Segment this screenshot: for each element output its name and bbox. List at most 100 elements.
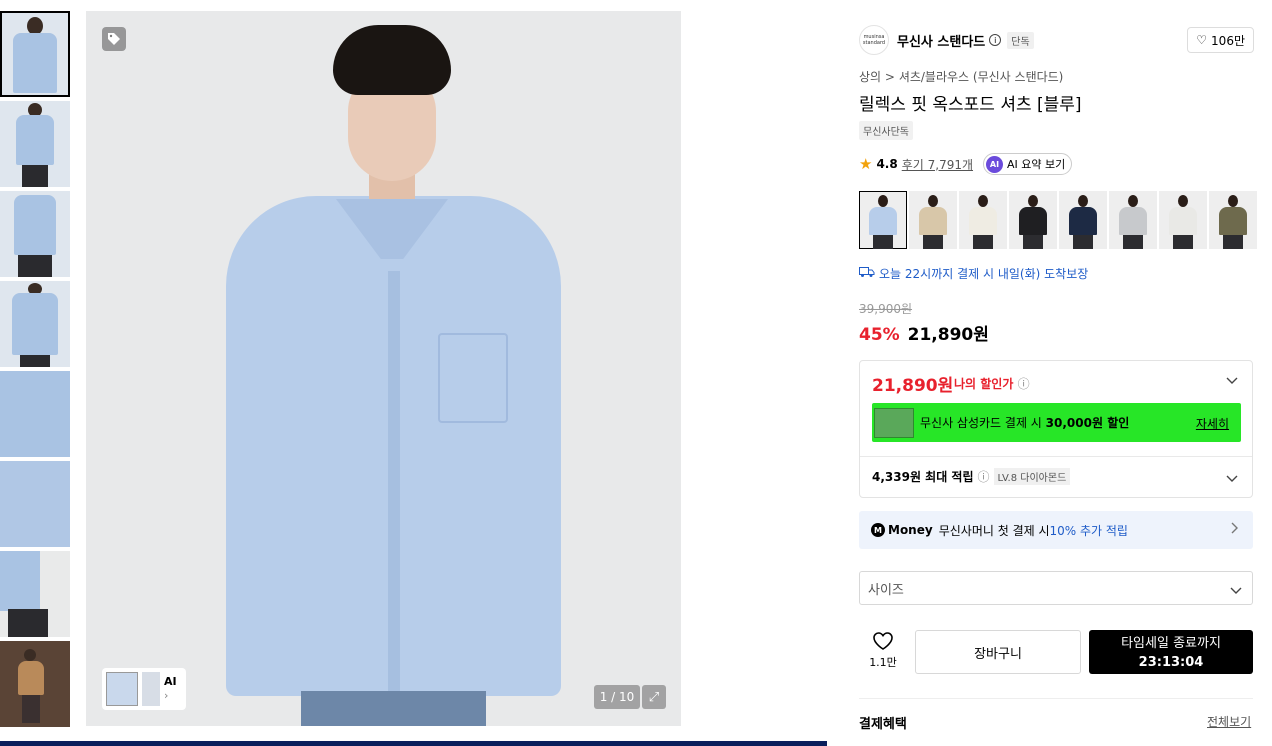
ai-icon: AI — [986, 155, 1004, 173]
brand-row: musinsa standard 무신사 스탠다드 i 단독 ♡ 106만 — [859, 25, 1254, 55]
ai-chip-thumb — [106, 672, 138, 706]
swatch-shirt — [1219, 207, 1247, 235]
rating-value: 4.8 — [876, 157, 898, 171]
expand-icon[interactable]: ⤢ — [642, 685, 666, 709]
color-swatch[interactable] — [959, 191, 1007, 249]
brand-name[interactable]: 무신사 스탠다드 — [897, 31, 985, 50]
product-page: AI › 1 / 10 ⤢ musinsa standard 무신사 스탠다드 … — [0, 0, 1272, 746]
money-brand: Money — [888, 523, 933, 537]
swatch-model-pants — [1073, 235, 1093, 249]
swatch-model-pants — [1123, 235, 1143, 249]
swatch-shirt — [1019, 207, 1047, 235]
heart-icon: ♡ — [1196, 33, 1208, 47]
points-row: 4,339원 최대 적립 ⓘ LV.8 다이아몬드 — [872, 468, 1071, 485]
breadcrumb-item-top[interactable]: 상의 — [859, 70, 881, 84]
color-swatch[interactable] — [909, 191, 957, 249]
my-price: 21,890원 — [872, 376, 954, 396]
thumbnail-1[interactable] — [0, 11, 70, 97]
exclusive-tag: 무신사단독 — [859, 121, 913, 140]
chevron-down-icon[interactable] — [1226, 473, 1238, 486]
card-promo-banner[interactable]: 무신사 삼성카드 결제 시 30,000원 할인 자세히 — [872, 403, 1241, 442]
cart-button[interactable]: 장바구니 — [915, 630, 1081, 674]
chevron-right-icon — [1231, 522, 1239, 537]
truck-icon — [859, 266, 875, 281]
swatch-model-head — [878, 195, 888, 207]
size-select-placeholder: 사이즈 — [868, 582, 904, 598]
wishlist-button[interactable]: 1.1만 — [859, 631, 907, 675]
color-swatch[interactable] — [1159, 191, 1207, 249]
my-price-label: 나의 할인가 ⓘ — [954, 375, 1030, 392]
money-text: 무신사머니 첫 결제 시 — [938, 523, 1050, 538]
ai-summary-label: AI 요약 보기 — [1007, 158, 1066, 171]
star-icon: ★ — [859, 155, 873, 173]
size-select[interactable]: 사이즈 — [859, 571, 1253, 605]
swatch-model-pants — [973, 235, 993, 249]
delivery-text: 오늘 22시까지 결제 시 내일(화) 도착보장 — [879, 267, 1089, 281]
rating-row: ★ 4.8 후기 7,791개 AI AI 요약 보기 — [859, 153, 1073, 175]
thumbnail-list — [0, 11, 70, 731]
points-text: 4,339원 최대 적립 — [872, 470, 974, 484]
product-title: 릴렉스 핏 옥스포드 셔츠 [블루] — [859, 95, 1082, 115]
price-row: 45% 21,890원 — [859, 320, 989, 345]
image-counter: 1 / 10 — [594, 685, 640, 709]
tag-icon[interactable] — [102, 27, 126, 51]
money-highlight: 10% 추가 적립 — [1049, 523, 1128, 538]
thumbnail-4[interactable] — [0, 281, 70, 367]
like-button[interactable]: ♡ 106만 — [1187, 27, 1254, 53]
price-benefit-box: 21,890원 나의 할인가 ⓘ 무신사 삼성카드 결제 시 30,000원 할… — [859, 360, 1253, 498]
model-pocket — [438, 333, 508, 423]
color-swatch[interactable] — [859, 191, 907, 249]
breadcrumb-separator: > — [884, 70, 895, 84]
main-product-image[interactable]: AI › 1 / 10 ⤢ — [86, 11, 681, 726]
color-swatch[interactable] — [1109, 191, 1157, 249]
card-promo-more-link[interactable]: 자세히 — [1196, 415, 1229, 432]
sale-price: 21,890원 — [907, 325, 989, 345]
color-swatch[interactable] — [1209, 191, 1257, 249]
thumbnail-7[interactable] — [0, 551, 70, 637]
ai-fitting-chip[interactable]: AI › — [102, 668, 186, 710]
delivery-guarantee: 오늘 22시까지 결제 시 내일(화) 도착보장 — [859, 265, 1088, 282]
product-info-panel: musinsa standard 무신사 스탠다드 i 단독 ♡ 106만 상의… — [845, 11, 1272, 746]
payment-benefit-title: 결제혜택 — [859, 717, 907, 732]
ai-chip-thumb-2 — [142, 672, 160, 706]
bottom-bar — [0, 741, 827, 746]
swatch-shirt — [869, 207, 897, 235]
color-swatch[interactable] — [1009, 191, 1057, 249]
breadcrumb-item-shirts[interactable]: 셔츠/블라우스 (무신사 스탠다드) — [899, 70, 1064, 84]
swatch-shirt — [969, 207, 997, 235]
model-hair — [333, 25, 451, 95]
my-price-label-text: 나의 할인가 — [954, 377, 1014, 391]
like-count: 106만 — [1211, 33, 1245, 48]
swatch-model-head — [1078, 195, 1088, 207]
model-pants — [301, 691, 486, 726]
ai-chip-label: AI › — [164, 675, 177, 703]
thumbnail-6[interactable] — [0, 461, 70, 547]
card-promo-amount: 30,000원 할인 — [1045, 416, 1130, 430]
breadcrumb: 상의 > 셔츠/블라우스 (무신사 스탠다드) — [859, 68, 1063, 85]
chevron-down-icon[interactable] — [1226, 375, 1238, 388]
chevron-down-icon — [1230, 584, 1242, 599]
swatch-model-head — [1178, 195, 1188, 207]
brand-logo[interactable]: musinsa standard — [859, 25, 889, 55]
info-icon[interactable]: i — [989, 34, 1002, 46]
ai-summary-button[interactable]: AI AI 요약 보기 — [983, 153, 1073, 175]
swatch-model-pants — [1023, 235, 1043, 249]
review-link[interactable]: 후기 7,791개 — [902, 156, 973, 173]
timesale-buy-button[interactable]: 타임세일 종료까지 23:13:04 — [1089, 630, 1253, 674]
info-icon[interactable]: ⓘ — [1018, 377, 1030, 391]
swatch-model-head — [928, 195, 938, 207]
payment-benefit-more-link[interactable]: 전체보기 — [1207, 713, 1251, 730]
info-icon[interactable]: ⓘ — [978, 468, 990, 485]
thumbnail-5[interactable] — [0, 371, 70, 457]
money-logo-icon: M — [871, 523, 885, 537]
swatch-shirt — [919, 207, 947, 235]
color-swatch[interactable] — [1059, 191, 1107, 249]
money-banner[interactable]: M Money 무신사머니 첫 결제 시 10% 추가 적립 — [859, 511, 1253, 549]
card-promo-text: 무신사 삼성카드 결제 시 30,000원 할인 — [920, 414, 1129, 431]
thumbnail-3[interactable] — [0, 191, 70, 277]
thumbnail-8[interactable] — [0, 641, 70, 727]
thumbnail-2[interactable] — [0, 101, 70, 187]
swatch-shirt — [1119, 207, 1147, 235]
swatch-model-head — [1228, 195, 1238, 207]
wishlist-count: 1.1만 — [869, 656, 897, 669]
